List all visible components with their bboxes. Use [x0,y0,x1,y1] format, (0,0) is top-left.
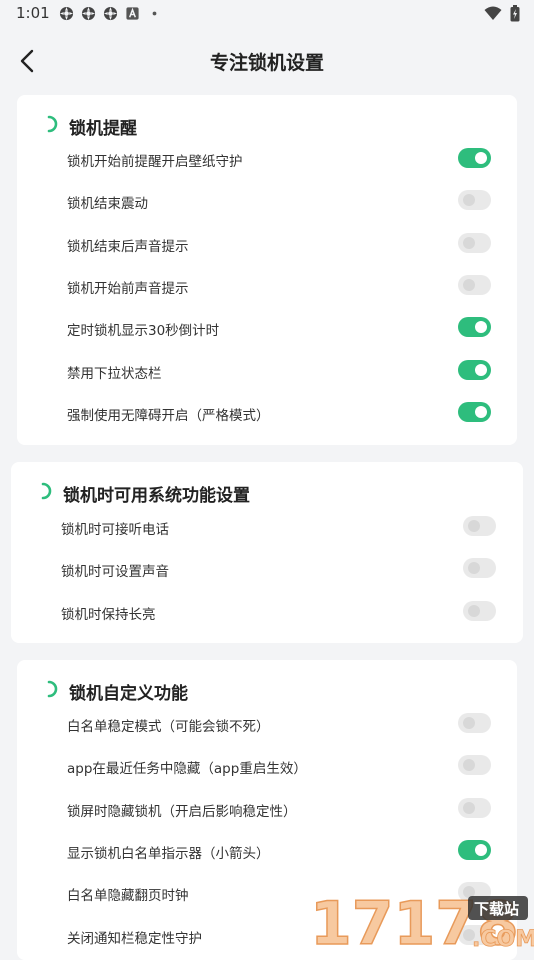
section-header: 锁机时可用系统功能设置 [11,480,523,506]
toggle-knob [475,843,487,856]
status-bar: 1:01 [0,0,534,28]
setting-label: 锁机时保持长亮 [61,606,156,623]
setting-label: 锁机结束后声音提示 [67,238,189,255]
setting-label: 显示锁机白名单指示器（小箭头） [67,845,270,862]
toggle-knob [468,520,480,532]
toggle-switch[interactable] [458,401,491,422]
setting-label: 锁机开始前声音提示 [67,280,189,297]
status-time: 1:01 [16,4,50,22]
section-card-lock-reminder: 锁机提醒 锁机开始前提醒开启壁纸守护 锁机结束震动锁机结束后声音提示 锁机开始前声音… [17,95,517,445]
setting-row[interactable]: 白名单稳定模式（可能会锁不死） [17,705,517,747]
app-header: 专注锁机设置 [0,36,534,86]
watermark-logo: 17178 下载站 .COM [309,888,534,950]
toggle-knob [463,759,475,772]
section-header: 锁机提醒 [17,113,517,139]
wifi-icon [484,6,502,20]
status-right-icons [484,5,520,22]
setting-label: 关闭通知栏稳定性守护 [67,930,202,947]
toggle-knob [463,236,475,249]
notification-icons [59,6,162,21]
toggle-switch[interactable] [458,839,491,860]
gear-flower-icon [81,6,96,21]
arc-accent-icon [47,680,58,698]
arc-accent-icon [41,482,52,500]
toggle-switch[interactable] [458,755,491,776]
toggle-switch[interactable] [458,359,491,380]
toggle-switch[interactable] [458,274,491,295]
setting-row[interactable]: 强制使用无障碍开启（严格模式） [17,394,517,436]
a-box-icon [126,7,139,20]
arc-accent-icon [47,115,58,133]
toggle-switch[interactable] [463,600,496,621]
section-header: 锁机自定义功能 [17,678,517,704]
setting-label: 白名单隐藏翻页时钟 [67,888,189,905]
toggle-knob [463,717,475,729]
watermark-domain: .COM [472,927,534,950]
toggle-knob [468,604,480,617]
setting-row[interactable]: 锁机时可接听电话 [11,508,523,550]
toggle-switch[interactable] [463,558,496,579]
section-title: 锁机提醒 [69,119,137,139]
setting-row[interactable]: 禁用下拉状态栏 [17,352,517,394]
setting-label: 锁机结束震动 [67,196,148,213]
dot-icon [152,11,157,16]
section-card-system-functions: 锁机时可用系统功能设置 锁机时可接听电话 锁机时可设置声音 锁机时保持长亮 [11,462,523,643]
setting-label: 强制使用无障碍开启（严格模式） [67,407,270,424]
gear-flower-icon [59,6,74,21]
toggle-knob [468,562,480,575]
page-title: 专注锁机设置 [209,52,324,74]
battery-charging-icon [510,5,520,22]
setting-label: app在最近任务中隐藏（app重启生效） [67,761,307,778]
setting-row[interactable]: 锁机时可设置声音 [11,550,523,592]
toggle-knob [463,801,475,814]
setting-row[interactable]: 锁机时保持长亮 [11,593,523,635]
toggle-knob [463,278,475,291]
section-title: 锁机自定义功能 [69,684,188,704]
setting-row[interactable]: 定时锁机显示30秒倒计时 [17,309,517,351]
setting-row[interactable]: 锁机开始前提醒开启壁纸守护 [17,140,517,182]
section-title: 锁机时可用系统功能设置 [63,486,250,506]
toggle-switch[interactable] [458,713,491,733]
setting-label: 锁机时可设置声音 [61,564,169,581]
setting-row[interactable]: 锁机结束震动 [17,182,517,224]
setting-label: 禁用下拉状态栏 [67,365,162,382]
toggle-switch[interactable] [458,797,491,818]
toggle-switch[interactable] [463,516,496,536]
setting-label: 白名单稳定模式（可能会锁不死） [67,719,270,735]
toggle-knob [475,152,487,164]
toggle-switch[interactable] [458,232,491,253]
toggle-switch[interactable] [458,190,491,211]
setting-label: 锁机开始前提醒开启壁纸守护 [67,154,243,170]
setting-label: 锁机时可接听电话 [61,522,169,538]
setting-row[interactable]: 显示锁机白名单指示器（小箭头） [17,832,517,874]
setting-row[interactable]: 锁屏时隐藏锁机（开启后影响稳定性） [17,790,517,832]
toggle-knob [475,321,487,334]
toggle-switch[interactable] [458,148,491,168]
setting-row[interactable]: app在最近任务中隐藏（app重启生效） [17,747,517,789]
setting-row[interactable]: 锁机开始前声音提示 [17,267,517,309]
toggle-switch[interactable] [458,317,491,338]
watermark-badge: 下载站 [474,900,519,918]
toggle-knob [475,405,487,418]
toggle-knob [475,363,487,376]
toggle-knob [463,194,475,207]
setting-label: 定时锁机显示30秒倒计时 [67,323,220,340]
setting-row[interactable]: 锁机结束后声音提示 [17,225,517,267]
gear-flower-icon [103,6,118,21]
setting-label: 锁屏时隐藏锁机（开启后影响稳定性） [67,803,297,820]
